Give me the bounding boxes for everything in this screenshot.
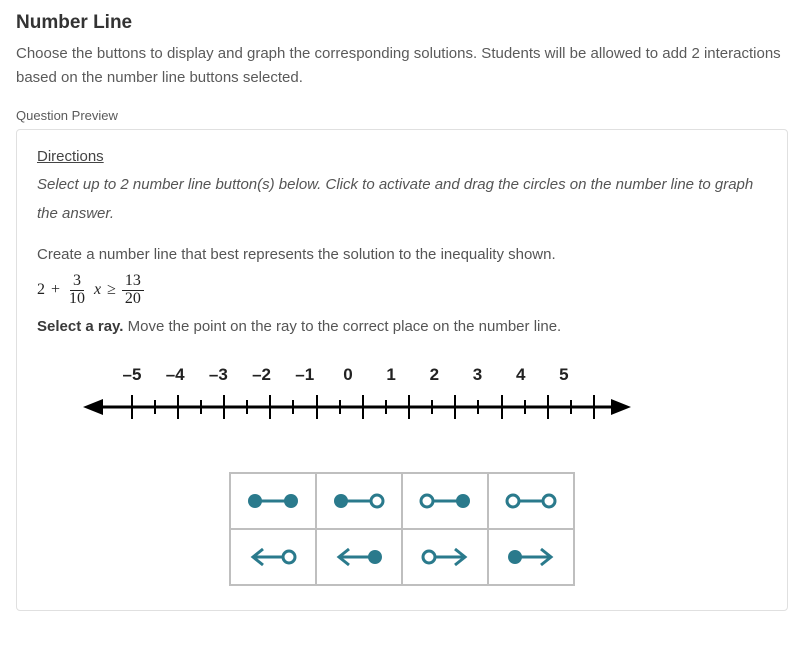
tick-label: 2	[419, 365, 449, 385]
math-fraction-2: 13 20	[122, 273, 144, 308]
math-variable: x	[94, 281, 101, 299]
number-line[interactable]: –5 –4 –3 –2 –1 0 1 2 3 4 5	[77, 365, 747, 432]
tool-ray-left-open[interactable]	[230, 529, 316, 585]
tool-segment-closed-open[interactable]	[316, 473, 402, 529]
math-frac2-num: 13	[122, 273, 144, 291]
ray-right-closed-icon	[503, 545, 559, 569]
directions-body: Select up to 2 number line button(s) bel…	[37, 171, 767, 228]
segment-closed-open-icon	[331, 489, 387, 513]
math-frac1-num: 3	[70, 273, 84, 291]
tool-palette	[229, 472, 575, 586]
page-subtitle: Choose the buttons to display and graph …	[16, 42, 788, 90]
tick-label: 0	[333, 365, 363, 385]
tick-label: 3	[463, 365, 493, 385]
tick-label: –3	[203, 365, 233, 385]
ray-instruction-rest: Move the point on the ray to the correct…	[123, 318, 561, 335]
inequality-expression: 2 + 3 10 x ≥ 13 20	[37, 273, 767, 308]
math-fraction-1: 3 10	[66, 273, 88, 308]
math-frac2-den: 20	[122, 291, 144, 308]
tool-segment-open-closed[interactable]	[402, 473, 488, 529]
number-line-svg[interactable]	[77, 387, 637, 427]
tick-label: –1	[290, 365, 320, 385]
tick-label: –5	[117, 365, 147, 385]
ray-right-open-icon	[417, 545, 473, 569]
tick-label: –4	[160, 365, 190, 385]
tool-ray-left-closed[interactable]	[316, 529, 402, 585]
math-plus: +	[51, 281, 60, 299]
tool-ray-right-closed[interactable]	[488, 529, 574, 585]
tool-ray-right-open[interactable]	[402, 529, 488, 585]
math-frac1-den: 10	[66, 291, 88, 308]
tick-label: 1	[376, 365, 406, 385]
ray-left-open-icon	[245, 545, 301, 569]
number-line-labels: –5 –4 –3 –2 –1 0 1 2 3 4 5	[117, 365, 579, 385]
math-const: 2	[37, 281, 45, 299]
question-preview-label: Question Preview	[16, 108, 788, 123]
question-preview-box: Directions Select up to 2 number line bu…	[16, 129, 788, 611]
arrow-right-icon	[611, 399, 631, 415]
math-relation: ≥	[107, 281, 116, 299]
tool-segment-open-open[interactable]	[488, 473, 574, 529]
tool-segment-closed-closed[interactable]	[230, 473, 316, 529]
segment-open-closed-icon	[417, 489, 473, 513]
ray-instruction: Select a ray. Move the point on the ray …	[37, 318, 767, 335]
directions-heading: Directions	[37, 148, 767, 165]
tick-label: –2	[247, 365, 277, 385]
page-title: Number Line	[16, 12, 788, 34]
question-prompt: Create a number line that best represent…	[37, 246, 767, 263]
segment-closed-closed-icon	[245, 489, 301, 513]
arrow-left-icon	[83, 399, 103, 415]
tick-label: 5	[549, 365, 579, 385]
ray-instruction-bold: Select a ray.	[37, 318, 123, 335]
tick-label: 4	[506, 365, 536, 385]
segment-open-open-icon	[503, 489, 559, 513]
ray-left-closed-icon	[331, 545, 387, 569]
